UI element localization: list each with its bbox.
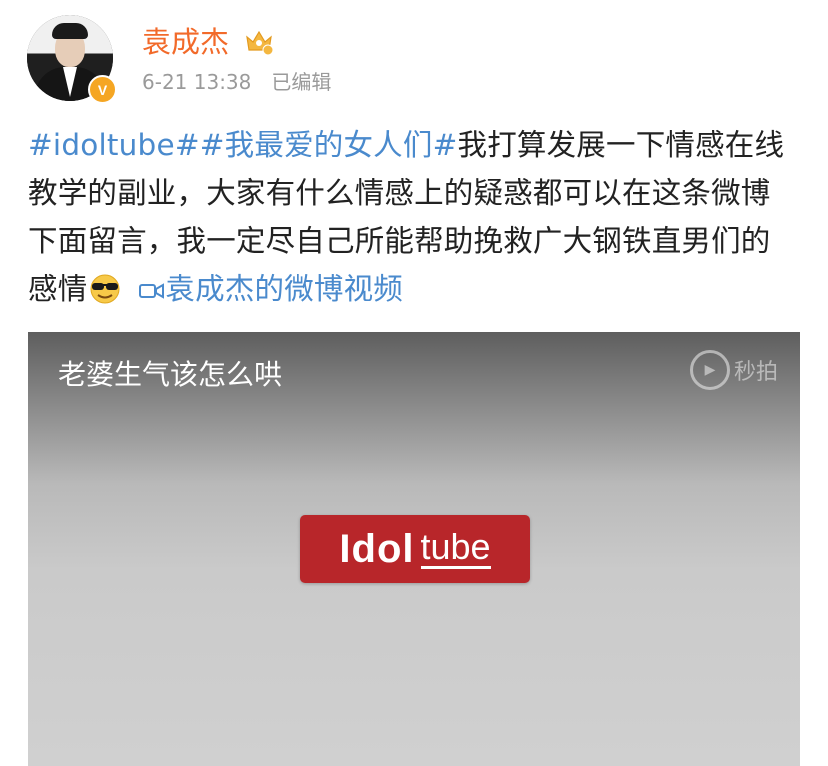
video-player[interactable]: 老婆生气该怎么哄 ▶ 秒拍 Idol tube xyxy=(28,332,800,766)
hashtag-favorite-women[interactable]: #我最爱的女人们# xyxy=(200,128,458,162)
hashtag-idoltube[interactable]: #idoltube# xyxy=(28,128,200,162)
logo-idol-text: Idol xyxy=(339,526,415,571)
edited-label: 已编辑 xyxy=(271,70,332,94)
logo-tube-text: tube xyxy=(420,526,491,569)
cool-sunglasses-emoji-icon xyxy=(90,274,120,304)
watermark: ▶ 秒拍 xyxy=(689,350,778,390)
idoltube-logo: Idol tube xyxy=(300,515,530,583)
verified-badge-icon: V xyxy=(88,75,117,104)
timestamp: 6-21 13:38 xyxy=(142,70,252,94)
post-text: #idoltube##我最爱的女人们#我打算发展一下情感在线教学的副业，大家有什… xyxy=(28,121,798,313)
video-title: 老婆生气该怎么哄 xyxy=(58,358,283,391)
watermark-text: 秒拍 xyxy=(733,360,778,385)
video-link[interactable]: 袁成杰的微博视频 xyxy=(165,272,403,306)
crown-member-icon[interactable] xyxy=(244,28,274,56)
play-watermark-icon: ▶ xyxy=(689,350,730,390)
post-meta: 6-21 13:38 已编辑 xyxy=(142,70,331,94)
username[interactable]: 袁成杰 xyxy=(142,26,229,58)
video-camera-icon[interactable] xyxy=(139,281,165,301)
